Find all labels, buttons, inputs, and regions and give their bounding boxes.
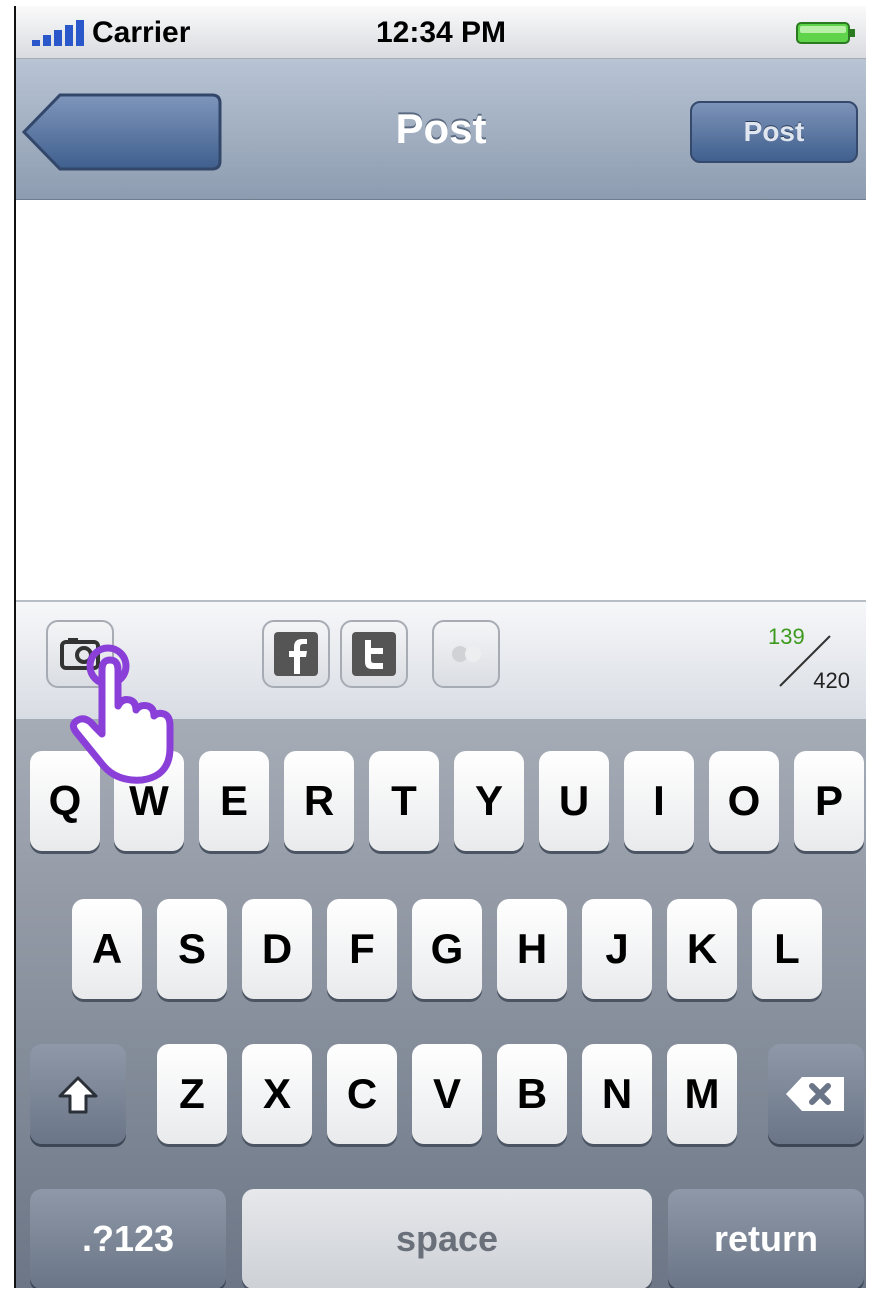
clock: 12:34 PM bbox=[375, 16, 507, 49]
delete-key[interactable] bbox=[768, 1044, 864, 1144]
character-counter: 139 420 bbox=[768, 624, 858, 694]
key-i[interactable]: I bbox=[624, 751, 694, 851]
hand-pointer-icon bbox=[69, 644, 174, 784]
char-count-max: 420 bbox=[813, 668, 850, 693]
key-z[interactable]: Z bbox=[157, 1044, 227, 1144]
twitter-button[interactable] bbox=[340, 620, 408, 688]
key-p[interactable]: P bbox=[794, 751, 864, 851]
key-j[interactable]: J bbox=[582, 899, 652, 999]
facebook-icon bbox=[274, 632, 318, 676]
key-d[interactable]: D bbox=[242, 899, 312, 999]
key-v[interactable]: V bbox=[412, 1044, 482, 1144]
key-b[interactable]: B bbox=[497, 1044, 567, 1144]
flickr-button[interactable] bbox=[432, 620, 500, 688]
key-a[interactable]: A bbox=[72, 899, 142, 999]
shift-key[interactable] bbox=[30, 1044, 126, 1144]
key-f[interactable]: F bbox=[327, 899, 397, 999]
phone-screen: Carrier 12:34 PM Post Post 139 420 Q W E… bbox=[14, 6, 866, 1288]
key-g[interactable]: G bbox=[412, 899, 482, 999]
key-c[interactable]: C bbox=[327, 1044, 397, 1144]
key-o[interactable]: O bbox=[709, 751, 779, 851]
key-n[interactable]: N bbox=[582, 1044, 652, 1144]
battery-icon bbox=[796, 22, 855, 44]
key-r[interactable]: R bbox=[284, 751, 354, 851]
keyboard: Q W E R T Y U I O P A S D F G H J K L Z … bbox=[16, 719, 866, 1288]
shift-icon bbox=[58, 1076, 98, 1114]
delete-icon bbox=[786, 1077, 844, 1111]
return-key[interactable]: return bbox=[668, 1189, 864, 1288]
space-key[interactable]: space bbox=[242, 1189, 652, 1288]
post-text-area[interactable] bbox=[16, 200, 866, 600]
navigation-bar: Post Post bbox=[16, 59, 866, 200]
numbers-key[interactable]: .?123 bbox=[30, 1189, 226, 1288]
twitter-icon bbox=[352, 632, 396, 676]
key-k[interactable]: K bbox=[667, 899, 737, 999]
key-t[interactable]: T bbox=[369, 751, 439, 851]
flickr-icon bbox=[452, 646, 481, 662]
key-s[interactable]: S bbox=[157, 899, 227, 999]
status-bar: Carrier 12:34 PM bbox=[16, 6, 866, 59]
key-m[interactable]: M bbox=[667, 1044, 737, 1144]
key-y[interactable]: Y bbox=[454, 751, 524, 851]
post-button[interactable]: Post bbox=[690, 101, 858, 163]
facebook-button[interactable] bbox=[262, 620, 330, 688]
char-count-used: 139 bbox=[768, 624, 805, 649]
key-l[interactable]: L bbox=[752, 899, 822, 999]
key-x[interactable]: X bbox=[242, 1044, 312, 1144]
key-h[interactable]: H bbox=[497, 899, 567, 999]
key-u[interactable]: U bbox=[539, 751, 609, 851]
